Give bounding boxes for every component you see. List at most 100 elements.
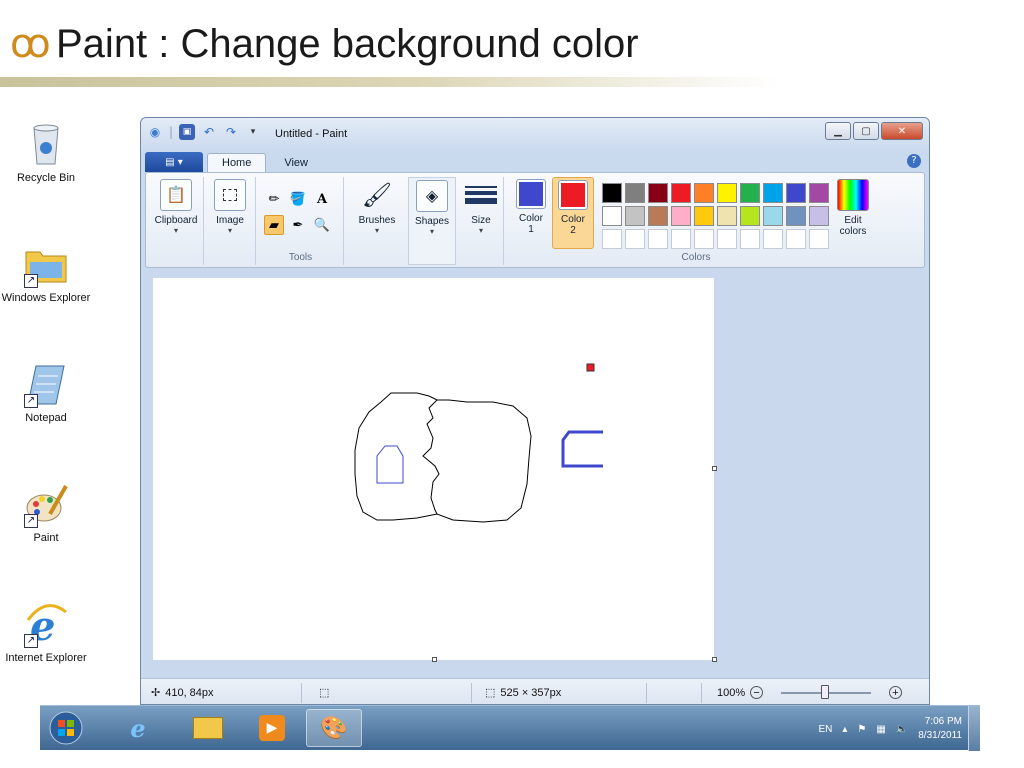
red-dot: [586, 363, 595, 372]
desktop-icon-recycle-bin[interactable]: Recycle Bin: [0, 120, 92, 184]
palette-custom-swatch[interactable]: [763, 229, 783, 249]
palette-color-swatch[interactable]: [602, 206, 622, 226]
resize-handle-corner[interactable]: [712, 657, 717, 662]
brushes-group: 🖌 Brushes ▾: [346, 177, 406, 265]
desktop-icon-notepad[interactable]: ↗ Notepad: [0, 360, 92, 424]
zoom-slider-thumb[interactable]: [821, 685, 829, 699]
language-indicator[interactable]: EN: [818, 724, 832, 735]
maximize-button[interactable]: ▢: [853, 122, 879, 140]
resize-handle-right[interactable]: [712, 466, 717, 471]
status-bar: ✢ 410, 84px ⬚ ⬚ 525 × 357px 100% − +: [141, 678, 929, 704]
paint-window: ◉ | ▣ ↶ ↷ ▾ Untitled - Paint ▁ ▢ ✕ ▤ ▾ H…: [140, 117, 930, 705]
paint-menu-button[interactable]: ▤ ▾: [145, 152, 203, 172]
internet-explorer-icon: e: [130, 713, 146, 743]
color1-button[interactable]: Color 1: [512, 179, 550, 235]
desktop-icon-windows-explorer[interactable]: ↗ Windows Explorer: [0, 240, 92, 304]
fill-icon[interactable]: 🪣: [288, 189, 308, 209]
start-button[interactable]: [44, 709, 88, 747]
internet-explorer-icon: e ↗: [22, 600, 70, 650]
clipboard-button[interactable]: 📋 Clipboard ▾: [152, 179, 200, 235]
action-center-icon[interactable]: ⚑: [857, 724, 866, 735]
shortcut-arrow-icon: ↗: [24, 394, 38, 408]
taskbar-media-player[interactable]: ▶: [244, 709, 300, 747]
selection-icon: ⬚: [319, 687, 330, 699]
help-icon[interactable]: ?: [907, 154, 921, 168]
show-desktop-button[interactable]: [968, 706, 980, 751]
palette-color-swatch[interactable]: [717, 183, 737, 203]
palette-color-swatch[interactable]: [740, 183, 760, 203]
minimize-button[interactable]: ▁: [825, 122, 851, 140]
show-hidden-icons-icon[interactable]: ▴: [842, 724, 847, 735]
paint-app-icon[interactable]: ◉: [147, 124, 163, 140]
zoom-in-icon[interactable]: +: [889, 686, 902, 699]
tab-home[interactable]: Home: [207, 153, 267, 172]
palette-custom-swatch[interactable]: [786, 229, 806, 249]
zoom-out-icon[interactable]: −: [750, 686, 764, 699]
media-player-icon: ▶: [259, 715, 285, 741]
clock[interactable]: 7:06 PM 8/31/2011: [918, 715, 962, 743]
brushes-button[interactable]: 🖌 Brushes ▾: [352, 179, 402, 236]
palette-color-swatch[interactable]: [648, 206, 668, 226]
palette-custom-swatch[interactable]: [671, 229, 691, 249]
palette-color-swatch[interactable]: [648, 183, 668, 203]
palette-color-swatch[interactable]: [786, 183, 806, 203]
resize-handle-bottom[interactable]: [432, 657, 437, 662]
palette-color-swatch[interactable]: [694, 183, 714, 203]
separator: [301, 683, 302, 703]
palette-color-swatch[interactable]: [763, 183, 783, 203]
dropdown-arrow-icon: ▾: [173, 226, 178, 235]
close-button[interactable]: ✕: [881, 122, 923, 140]
shapes-button[interactable]: ◈ Shapes ▾: [411, 180, 453, 236]
tab-view[interactable]: View: [270, 154, 322, 172]
pencil-icon[interactable]: ✏: [264, 189, 284, 209]
palette-color-swatch[interactable]: [694, 206, 714, 226]
taskbar-paint[interactable]: 🎨: [306, 709, 362, 747]
taskbar-windows-explorer[interactable]: [180, 709, 236, 747]
palette-color-swatch[interactable]: [740, 206, 760, 226]
desktop-icon-paint[interactable]: ↗ Paint: [0, 480, 92, 544]
palette-custom-swatch[interactable]: [717, 229, 737, 249]
palette-color-swatch[interactable]: [671, 206, 691, 226]
size-button[interactable]: Size ▾: [462, 179, 500, 235]
desktop-icon-internet-explorer[interactable]: e ↗ Internet Explorer: [0, 600, 92, 664]
palette-custom-swatch[interactable]: [809, 229, 829, 249]
palette-color-swatch[interactable]: [602, 183, 622, 203]
palette-color-swatch[interactable]: [625, 183, 645, 203]
drawing-canvas[interactable]: [153, 278, 714, 660]
eraser-icon[interactable]: ▰: [264, 215, 284, 235]
volume-icon[interactable]: 🔈: [896, 724, 908, 735]
palette-custom-swatch[interactable]: [625, 229, 645, 249]
palette-color-swatch[interactable]: [625, 206, 645, 226]
palette-color-swatch[interactable]: [786, 206, 806, 226]
save-icon[interactable]: ▣: [179, 124, 196, 140]
undo-icon[interactable]: ↶: [201, 124, 217, 140]
network-icon[interactable]: ▦: [876, 724, 885, 735]
taskbar-internet-explorer[interactable]: e: [110, 709, 166, 747]
zoom-level: 100% −: [717, 686, 764, 699]
slide: ꝏ Paint : Change background color Recycl…: [0, 0, 1024, 768]
window-title: Untitled - Paint: [275, 128, 348, 140]
color2-button[interactable]: Color 2: [552, 177, 594, 249]
dropdown-arrow-icon: ▾: [374, 226, 379, 235]
edit-colors-button[interactable]: Edit colors: [830, 179, 876, 237]
palette-color-swatch[interactable]: [809, 183, 829, 203]
palette-color-swatch[interactable]: [717, 206, 737, 226]
color-picker-icon[interactable]: ✒: [288, 215, 308, 235]
drawn-shape-outline: [354, 392, 532, 523]
cursor-position: ✢ 410, 84px: [151, 686, 214, 700]
image-button[interactable]: Image ▾: [208, 179, 252, 235]
palette-custom-swatch[interactable]: [602, 229, 622, 249]
title-bullet-icon: ꝏ: [10, 21, 51, 67]
ribbon-tabs: ▤ ▾ Home View: [145, 150, 322, 172]
palette-color-swatch[interactable]: [671, 183, 691, 203]
customize-qat-icon[interactable]: ▾: [245, 124, 261, 140]
palette-color-swatch[interactable]: [809, 206, 829, 226]
palette-custom-swatch[interactable]: [694, 229, 714, 249]
text-icon[interactable]: A: [312, 189, 332, 209]
redo-icon[interactable]: ↷: [223, 124, 239, 140]
palette-custom-swatch[interactable]: [740, 229, 760, 249]
separator: [646, 683, 647, 703]
palette-custom-swatch[interactable]: [648, 229, 668, 249]
palette-color-swatch[interactable]: [763, 206, 783, 226]
magnifier-icon[interactable]: 🔍: [312, 215, 332, 235]
